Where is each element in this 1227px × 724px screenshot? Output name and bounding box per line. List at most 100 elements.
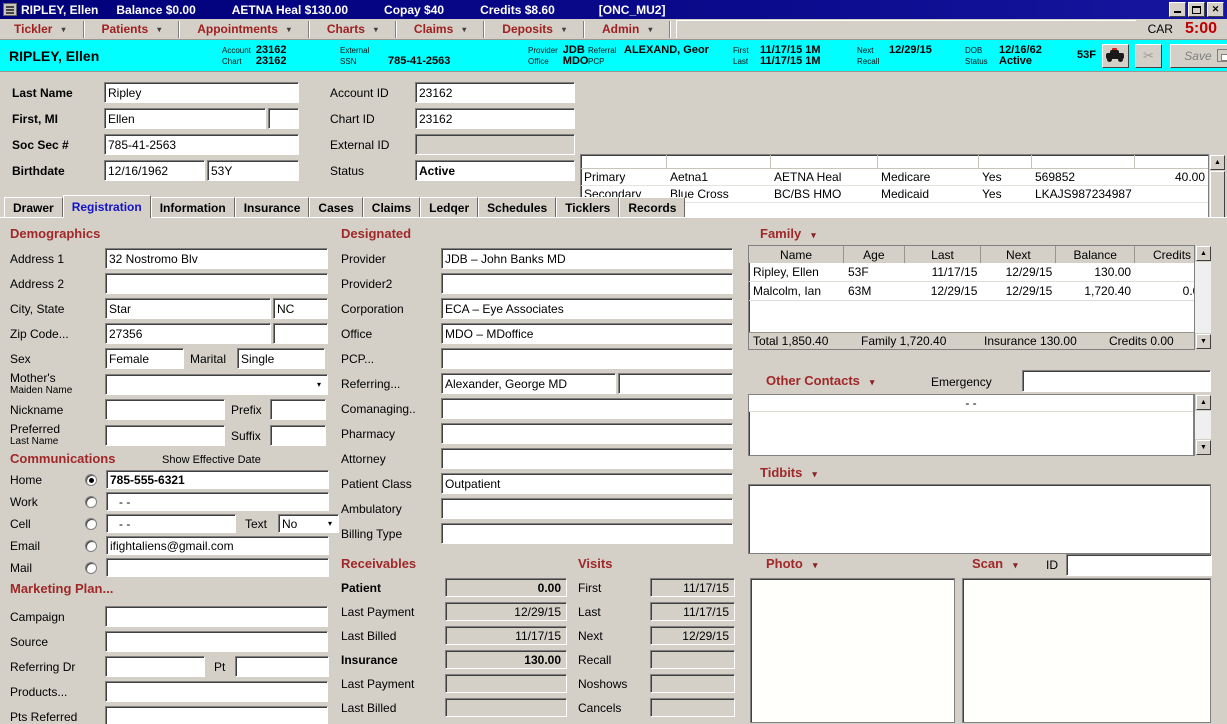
scan-id-input[interactable] bbox=[1066, 554, 1212, 576]
menu-item-patients[interactable]: Patients ▾ bbox=[90, 20, 174, 39]
ssn-input[interactable]: 785-41-2563 bbox=[104, 134, 299, 155]
birthdate-input[interactable]: 12/16/1962 bbox=[104, 160, 205, 181]
zip-input[interactable]: 27356 bbox=[105, 323, 271, 344]
chevron-down-icon[interactable]: ▾ bbox=[648, 25, 652, 34]
tab-cases[interactable]: Cases bbox=[309, 197, 362, 218]
tab-schedules[interactable]: Schedules bbox=[478, 197, 556, 218]
prefix-input[interactable] bbox=[270, 399, 326, 420]
middle-initial-input[interactable] bbox=[268, 108, 299, 129]
attorney-input[interactable] bbox=[441, 448, 733, 469]
mothers-maiden-combo[interactable]: ▾ bbox=[105, 374, 328, 395]
products-input[interactable] bbox=[105, 681, 328, 702]
last-name-input[interactable]: Ripley bbox=[104, 82, 299, 103]
referring-input[interactable]: Alexander, George MD bbox=[441, 373, 616, 394]
chevron-down-icon[interactable]: ▾ bbox=[811, 230, 816, 240]
other-contacts-scrollbar[interactable]: ▲ ▼ bbox=[1194, 394, 1211, 456]
marital-input[interactable]: Single bbox=[237, 348, 325, 369]
tab-ledger[interactable]: Ledqer bbox=[420, 197, 478, 218]
close-icon[interactable]: ✕ bbox=[1207, 2, 1224, 17]
cell-radio[interactable] bbox=[85, 518, 97, 530]
menu-item-admin[interactable]: Admin ▾ bbox=[590, 20, 664, 39]
chevron-down-icon[interactable]: ▾ bbox=[311, 375, 327, 394]
corporation-input[interactable]: ECA – Eye Associates bbox=[441, 298, 733, 319]
tab-information[interactable]: Information bbox=[151, 197, 235, 218]
menu-item-deposits[interactable]: Deposits ▾ bbox=[490, 20, 578, 39]
menu-item-appointments[interactable]: Appointments ▾ bbox=[185, 20, 303, 39]
text-consent-combo[interactable]: No ▾ bbox=[278, 514, 339, 533]
chevron-down-icon[interactable]: ▾ bbox=[562, 25, 566, 34]
pharmacy-input[interactable] bbox=[441, 423, 733, 444]
menu-item-charts[interactable]: Charts ▾ bbox=[315, 20, 390, 39]
table-row[interactable]: Malcolm, Ian 63M 12/29/15 12/29/15 1,720… bbox=[749, 282, 1210, 301]
email-radio[interactable] bbox=[85, 540, 97, 552]
first-name-input[interactable]: Ellen bbox=[104, 108, 266, 129]
chevron-down-icon[interactable]: ▾ bbox=[812, 469, 817, 479]
chevron-down-icon[interactable]: ▾ bbox=[374, 25, 378, 34]
source-input[interactable] bbox=[105, 631, 328, 652]
pts-referred-input[interactable] bbox=[105, 706, 328, 724]
tab-claims[interactable]: Claims bbox=[363, 197, 420, 218]
referring-dr-input[interactable] bbox=[105, 656, 205, 677]
menu-item-claims[interactable]: Claims ▾ bbox=[402, 20, 478, 39]
other-contacts-grid[interactable]: - - bbox=[748, 394, 1194, 456]
zip-ext-input[interactable] bbox=[273, 323, 328, 344]
patient-class-input[interactable]: Outpatient bbox=[441, 473, 733, 494]
work-radio[interactable] bbox=[85, 496, 97, 508]
save-button[interactable]: Save bbox=[1170, 44, 1227, 68]
provider2-input[interactable] bbox=[441, 273, 733, 294]
billing-type-input[interactable] bbox=[441, 523, 733, 544]
tab-records[interactable]: Records bbox=[619, 197, 685, 218]
campaign-input[interactable] bbox=[105, 606, 328, 627]
scrollbar-track[interactable] bbox=[1195, 262, 1211, 333]
scroll-up-icon[interactable]: ▲ bbox=[1196, 395, 1211, 410]
suffix-input[interactable] bbox=[270, 425, 326, 446]
chevron-down-icon[interactable]: ▾ bbox=[1013, 560, 1018, 570]
home-phone-input[interactable]: 785-555-6321 bbox=[106, 470, 329, 489]
scroll-up-icon[interactable]: ▲ bbox=[1210, 155, 1225, 170]
chevron-down-icon[interactable]: ▾ bbox=[462, 25, 466, 34]
sex-input[interactable]: Female bbox=[105, 348, 184, 369]
tidbits-box[interactable] bbox=[748, 484, 1211, 554]
mail-radio[interactable] bbox=[85, 562, 97, 574]
external-id-input[interactable] bbox=[415, 134, 575, 155]
table-row[interactable]: Ripley, Ellen 53F 11/17/15 12/29/15 130.… bbox=[749, 263, 1210, 282]
preferred-lastname-input[interactable] bbox=[105, 425, 225, 446]
tab-drawer[interactable]: Drawer bbox=[4, 197, 63, 218]
pcp-input[interactable] bbox=[441, 348, 733, 369]
family-grid[interactable]: Name Age Last Next Balance Credits Riple… bbox=[748, 245, 1211, 350]
tab-registration[interactable]: Registration bbox=[63, 195, 151, 218]
cell-phone-input[interactable]: - - bbox=[106, 514, 236, 533]
referring-extra-input[interactable] bbox=[618, 373, 733, 394]
emergency-input[interactable] bbox=[1022, 370, 1211, 392]
mail-input[interactable] bbox=[106, 558, 329, 577]
work-phone-input[interactable]: - - bbox=[106, 492, 329, 511]
family-grid-scrollbar[interactable]: ▲ ▼ bbox=[1194, 245, 1211, 350]
home-radio[interactable] bbox=[85, 474, 97, 486]
table-row[interactable]: Primary Aetna1 AETNA Heal Medicare Yes 5… bbox=[581, 169, 1211, 186]
provider-input[interactable]: JDB – John Banks MD bbox=[441, 248, 733, 269]
show-effective-date-label[interactable]: Show Effective Date bbox=[162, 454, 261, 466]
chevron-down-icon[interactable]: ▾ bbox=[287, 25, 291, 34]
scissors-icon[interactable]: ✂ bbox=[1135, 44, 1162, 68]
status-input[interactable]: Active bbox=[415, 160, 575, 181]
comanaging-input[interactable] bbox=[441, 398, 733, 419]
chevron-down-icon[interactable]: ▾ bbox=[322, 515, 338, 532]
city-input[interactable]: Star bbox=[105, 298, 271, 319]
chevron-down-icon[interactable]: ▾ bbox=[61, 25, 65, 34]
tab-insurance[interactable]: Insurance bbox=[235, 197, 310, 218]
menu-item-tickler[interactable]: Tickler ▾ bbox=[2, 20, 78, 39]
ambulatory-input[interactable] bbox=[441, 498, 733, 519]
minimize-button[interactable] bbox=[1169, 2, 1186, 17]
tab-ticklers[interactable]: Ticklers bbox=[556, 197, 619, 218]
scroll-up-icon[interactable]: ▲ bbox=[1196, 246, 1211, 261]
list-item[interactable]: - - bbox=[749, 395, 1193, 412]
nickname-input[interactable] bbox=[105, 399, 225, 420]
state-input[interactable]: NC bbox=[273, 298, 328, 319]
scan-preview[interactable] bbox=[962, 578, 1211, 723]
transport-car-icon[interactable] bbox=[1102, 44, 1129, 68]
pt-input[interactable] bbox=[235, 656, 329, 677]
photo-preview[interactable] bbox=[750, 578, 955, 723]
address2-input[interactable] bbox=[105, 273, 328, 294]
email-input[interactable]: ifightaliens@gmail.com bbox=[106, 536, 329, 555]
scroll-down-icon[interactable]: ▼ bbox=[1196, 334, 1211, 349]
